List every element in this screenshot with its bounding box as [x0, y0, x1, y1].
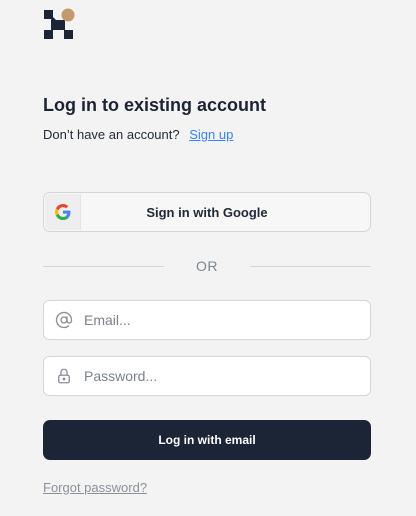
at-sign-icon: [55, 311, 73, 329]
google-signin-button[interactable]: Sign in with Google: [43, 192, 371, 232]
signup-prompt-text: Don’t have an account?: [43, 127, 180, 142]
lock-icon: [55, 367, 73, 385]
password-field[interactable]: [43, 356, 371, 396]
password-input[interactable]: [84, 357, 364, 395]
google-signin-label: Sign in with Google: [146, 204, 268, 220]
email-field[interactable]: [43, 300, 371, 340]
brand-logo-icon: [43, 8, 77, 42]
login-with-email-button[interactable]: Log in with email: [43, 420, 371, 460]
page-title: Log in to existing account: [43, 95, 267, 115]
login-page: Log in to existing account Don’t have an…: [0, 0, 416, 516]
forgot-password-link[interactable]: Forgot password?: [43, 480, 147, 495]
signup-prompt-row: Don’t have an account? Sign up: [43, 127, 233, 142]
google-icon: [45, 194, 81, 230]
divider-line-right: [250, 266, 371, 267]
or-divider: OR: [43, 256, 371, 276]
signup-link[interactable]: Sign up: [189, 127, 233, 142]
email-input[interactable]: [84, 301, 364, 339]
